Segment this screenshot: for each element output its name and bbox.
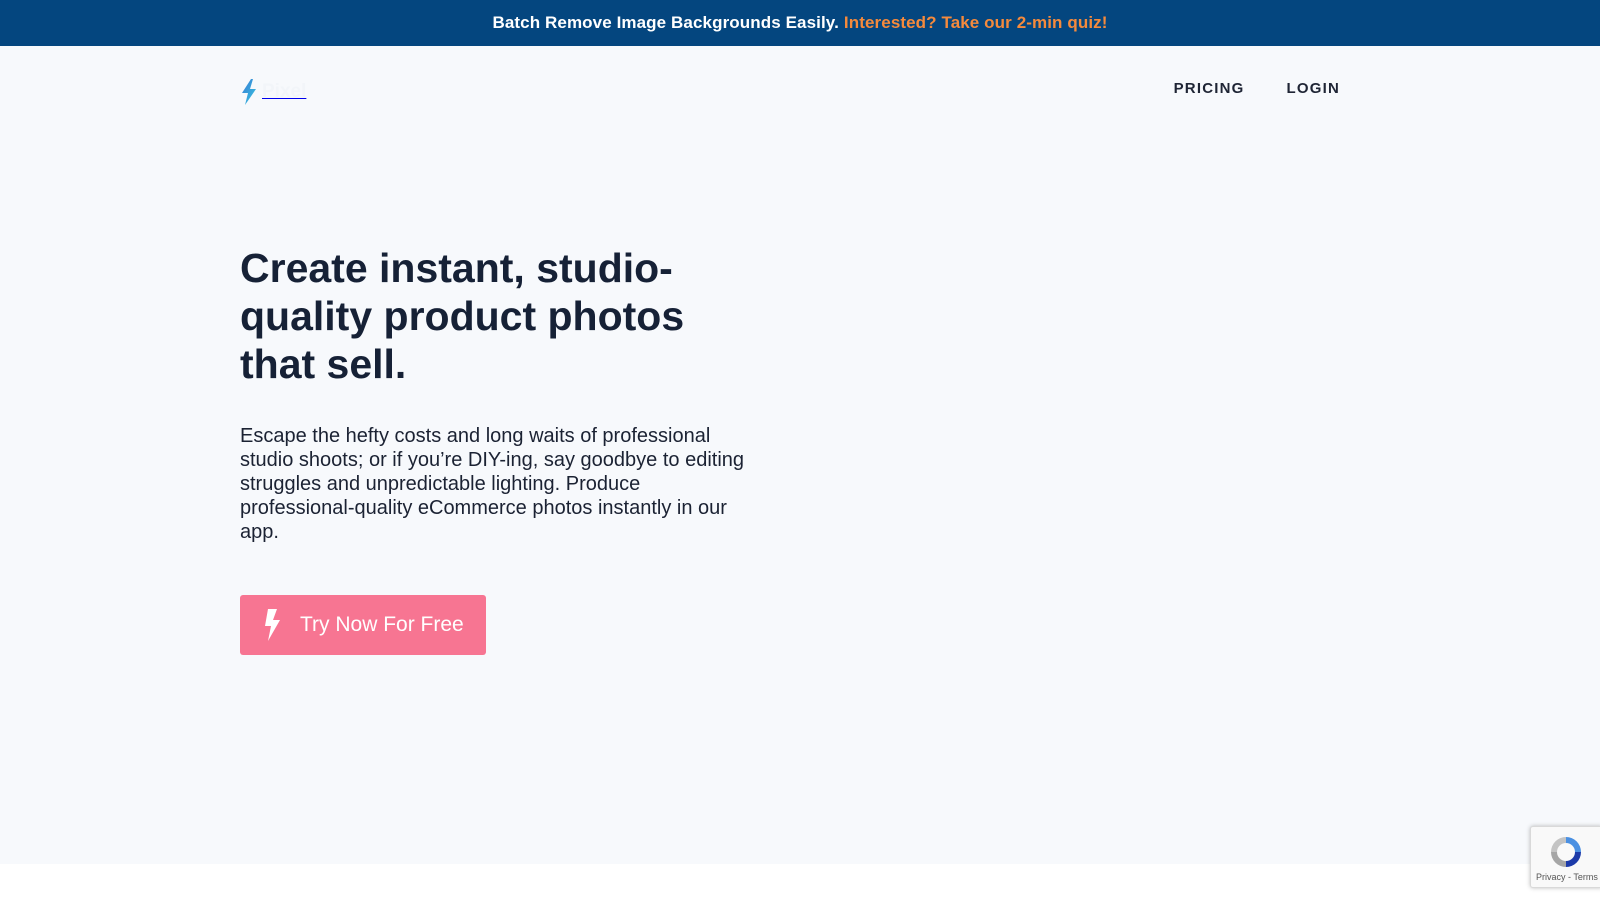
logo[interactable]: Pixel bbox=[240, 78, 306, 106]
lightning-bolt-icon bbox=[265, 609, 280, 641]
lightning-bolt-icon bbox=[242, 79, 256, 105]
nav-login[interactable]: LOGIN bbox=[1287, 80, 1341, 97]
hero-section: Pixel PRICING LOGIN Create instant, stud… bbox=[0, 46, 1600, 864]
hero-title: Create instant, studio-quality product p… bbox=[240, 245, 685, 387]
try-now-label: Try Now For Free bbox=[300, 613, 464, 636]
recaptcha-icon bbox=[1551, 837, 1581, 867]
hero-description: Escape the hefty costs and long waits of… bbox=[240, 425, 745, 543]
announcement-bar: Batch Remove Image Backgrounds Easily. I… bbox=[0, 0, 1600, 46]
logo-text: Pixel bbox=[262, 81, 307, 102]
announcement-text: Batch Remove Image Backgrounds Easily. bbox=[492, 13, 839, 32]
recaptcha-links: Privacy - Terms bbox=[1536, 872, 1598, 882]
try-now-button[interactable]: Try Now For Free bbox=[240, 595, 486, 655]
nav-pricing[interactable]: PRICING bbox=[1174, 80, 1245, 97]
recaptcha-badge[interactable]: Privacy - Terms bbox=[1530, 826, 1600, 888]
main-nav: PRICING LOGIN bbox=[1174, 80, 1340, 97]
recaptcha-privacy-link[interactable]: Privacy bbox=[1536, 872, 1566, 882]
quiz-link[interactable]: Interested? Take our 2-min quiz! bbox=[844, 13, 1108, 33]
recaptcha-terms-link[interactable]: Terms bbox=[1573, 872, 1598, 882]
